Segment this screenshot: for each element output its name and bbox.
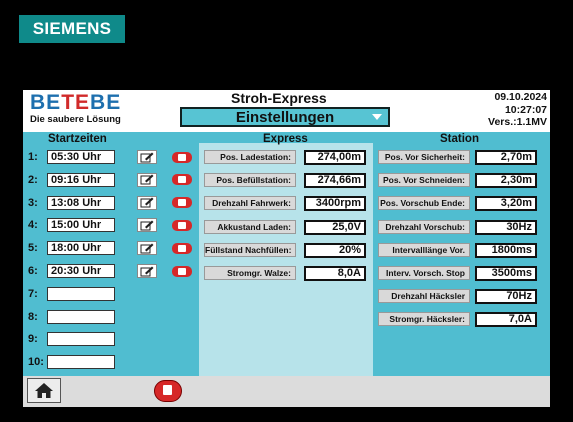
start-time-number: 7:	[28, 287, 38, 300]
start-time-field[interactable]: 20:30 Uhr	[47, 264, 115, 278]
station-param-label: Stromgr. Häcksler:	[378, 312, 470, 327]
delete-all-button[interactable]	[153, 377, 183, 404]
top-bar: BETEBE Die saubere Lösung Stroh-Express …	[23, 90, 550, 132]
station-param-label: Drehzahl Häcksler	[378, 289, 470, 304]
start-time-number: 4:	[28, 219, 38, 232]
edit-icon	[140, 174, 154, 185]
express-param-label: Füllstand Nachfüllen:	[204, 242, 296, 257]
delete-button[interactable]	[171, 218, 193, 232]
express-param-label: Pos. Ladestation:	[204, 150, 296, 164]
chevron-down-icon	[372, 114, 382, 120]
express-param-label: Pos. Befüllstation:	[204, 173, 296, 188]
start-time-number: 2:	[28, 173, 38, 186]
edit-button[interactable]	[137, 264, 157, 278]
station-param-value[interactable]: 1800ms	[475, 242, 537, 258]
delete-icon	[172, 174, 192, 186]
express-param-label: Stromgr. Walze:	[204, 266, 296, 280]
edit-button[interactable]	[137, 195, 157, 210]
betebe-logo: BETEBE Die saubere Lösung	[30, 92, 140, 128]
edit-button[interactable]	[137, 150, 157, 164]
station-heading: Station	[440, 133, 479, 145]
station-param-label: Pos. Vor Sicherheit:	[378, 150, 470, 164]
app-title: Stroh-Express	[231, 90, 327, 106]
start-time-field[interactable]: 13:08 Uhr	[47, 195, 115, 210]
start-time-field[interactable]: 09:16 Uhr	[47, 172, 115, 187]
edit-icon	[140, 220, 154, 231]
edit-button[interactable]	[137, 218, 157, 233]
siemens-brand-label: SIEMENS	[19, 15, 125, 43]
station-param-value[interactable]: 2,30m	[475, 173, 537, 189]
station-param-value[interactable]: 3500ms	[475, 266, 537, 281]
station-param-value[interactable]: 2,70m	[475, 150, 537, 165]
delete-icon	[172, 197, 192, 209]
home-button[interactable]	[27, 378, 61, 403]
express-param-value[interactable]: 274,00m	[304, 150, 366, 165]
version-text: Vers.:1.1MV	[488, 116, 547, 128]
menu-dropdown-value: Einstellungen	[235, 108, 335, 126]
start-time-field[interactable]: 05:30 Uhr	[47, 150, 115, 164]
start-time-field[interactable]	[47, 286, 115, 301]
express-param-label: Akkustand Laden:	[204, 219, 296, 234]
start-time-field[interactable]: 15:00 Uhr	[47, 218, 115, 233]
start-time-number: 3:	[28, 196, 38, 209]
hmi-screen: BETEBE Die saubere Lösung Stroh-Express …	[23, 90, 550, 407]
delete-button[interactable]	[171, 150, 193, 164]
start-time-number: 8:	[28, 310, 38, 323]
station-param-label: Pos. Vor Schneiden:	[378, 173, 470, 188]
express-param-value[interactable]: 274,66m	[304, 173, 366, 189]
start-time-number: 9:	[28, 333, 38, 346]
express-param-value[interactable]: 25,0V	[304, 219, 366, 235]
station-param-label: Pos. Vorschub Ende:	[378, 196, 470, 211]
delete-icon	[172, 242, 192, 254]
start-time-number: 1:	[28, 151, 38, 163]
start-time-field[interactable]	[47, 355, 115, 370]
delete-icon	[172, 219, 192, 231]
start-time-number: 5:	[28, 242, 38, 255]
station-param-value[interactable]: 30Hz	[475, 219, 537, 235]
logo-wordmark: BETEBE	[30, 92, 140, 114]
station-param-label: Drehzahl Vorschub:	[378, 219, 470, 234]
express-param-value[interactable]: 3400rpm	[304, 196, 366, 212]
start-time-number: 6:	[28, 265, 38, 277]
edit-button[interactable]	[137, 241, 157, 256]
delete-button[interactable]	[171, 241, 193, 255]
start-time-field[interactable]	[47, 332, 115, 347]
express-param-value[interactable]: 20%	[304, 242, 366, 258]
datetime-version: 09.10.2024 10:27:07 Vers.:1.1MV	[488, 91, 547, 129]
home-icon	[35, 383, 53, 398]
start-time-field[interactable]: 18:00 Uhr	[47, 241, 115, 256]
edit-icon	[140, 152, 154, 162]
logo-part-2: TE	[61, 91, 91, 114]
express-param-label: Drehzahl Fahrwerk:	[204, 196, 296, 211]
station-param-label: Intervalllänge Vor.	[378, 242, 470, 257]
delete-all-icon	[154, 379, 182, 402]
menu-dropdown[interactable]: Einstellungen	[180, 107, 390, 127]
startzeiten-heading: Startzeiten	[48, 133, 107, 145]
start-time-field[interactable]	[47, 309, 115, 324]
edit-icon	[140, 243, 154, 254]
bottom-bar	[23, 376, 550, 407]
date-text: 09.10.2024	[494, 91, 547, 103]
delete-button[interactable]	[171, 264, 193, 278]
station-param-label: Interv. Vorsch. Stop	[378, 266, 470, 280]
time-text: 10:27:07	[504, 103, 547, 116]
delete-button[interactable]	[171, 196, 193, 210]
edit-icon	[140, 266, 154, 276]
delete-button[interactable]	[171, 173, 193, 187]
logo-part-3: BE	[90, 91, 122, 114]
station-param-value[interactable]: 70Hz	[475, 289, 537, 305]
edit-icon	[140, 197, 154, 208]
start-time-number: 10:	[28, 356, 44, 369]
edit-button[interactable]	[137, 172, 157, 187]
delete-icon	[172, 151, 192, 163]
express-param-value[interactable]: 8,0A	[304, 266, 366, 281]
station-param-value[interactable]: 3,20m	[475, 196, 537, 212]
station-param-value[interactable]: 7,0A	[475, 312, 537, 328]
logo-part-1: BE	[30, 91, 62, 114]
express-heading: Express	[263, 133, 308, 145]
delete-icon	[172, 265, 192, 277]
logo-slogan: Die saubere Lösung	[30, 114, 121, 125]
